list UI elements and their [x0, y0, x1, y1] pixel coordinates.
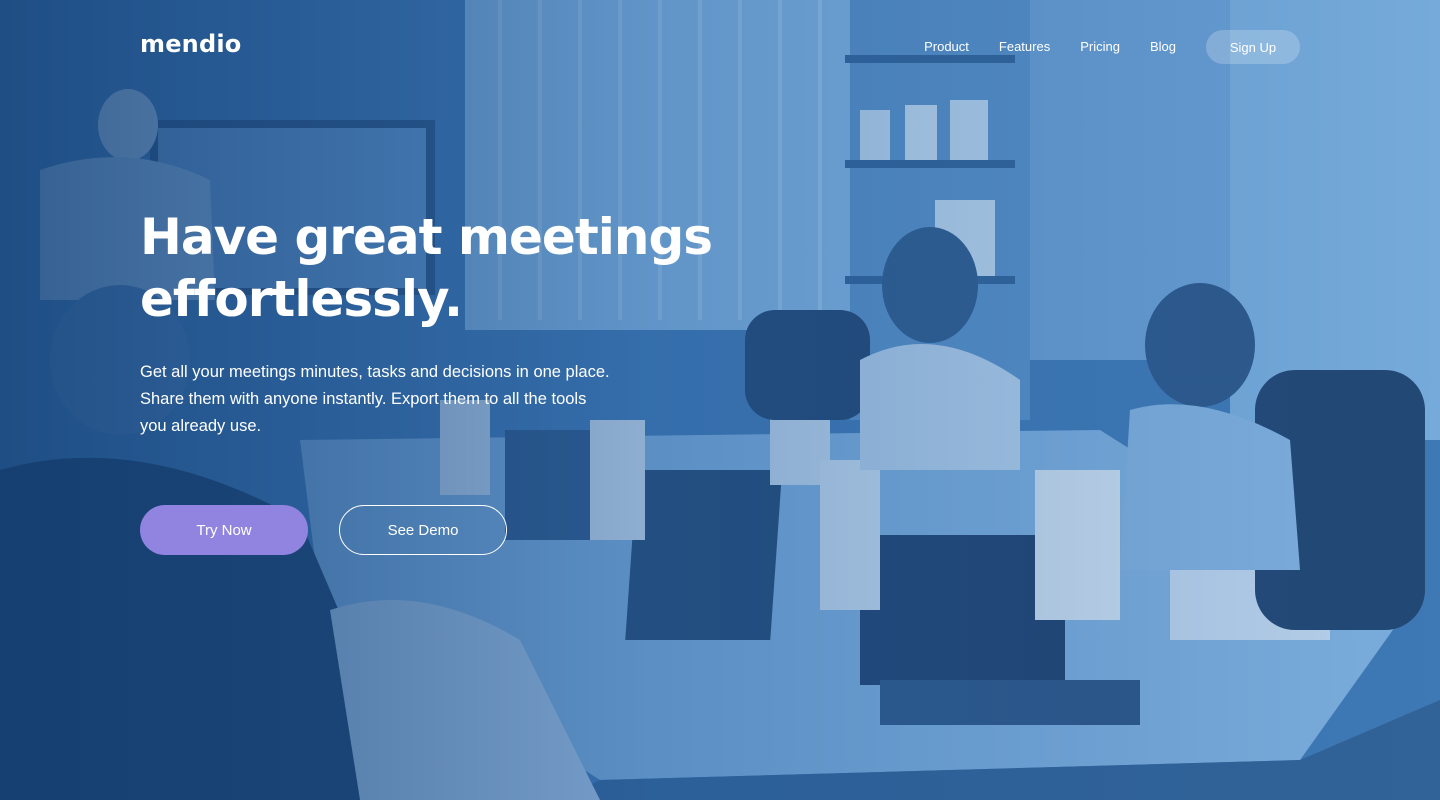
nav-link-product[interactable]: Product	[924, 30, 969, 64]
headline-line-1: Have great meetings	[140, 208, 713, 266]
nav-link-pricing[interactable]: Pricing	[1080, 30, 1120, 64]
mendio-logo[interactable]: mendio	[140, 30, 241, 58]
hero-headline: Have great meetings effortlessly.	[140, 206, 760, 330]
hero-section: mendio Product Features Pricing Blog Sig…	[0, 0, 1440, 800]
nav-links: Product Features Pricing Blog Sign Up	[924, 30, 1300, 64]
hero-subtext: Get all your meetings minutes, tasks and…	[140, 363, 610, 435]
nav-link-blog[interactable]: Blog	[1150, 30, 1176, 64]
headline-line-2: effortlessly.	[140, 270, 463, 328]
see-demo-button[interactable]: See Demo	[339, 505, 507, 555]
sign-up-button[interactable]: Sign Up	[1206, 30, 1300, 64]
top-navigation: mendio Product Features Pricing Blog Sig…	[0, 0, 1440, 94]
nav-link-features[interactable]: Features	[999, 30, 1050, 64]
try-now-button[interactable]: Try Now	[140, 505, 308, 555]
